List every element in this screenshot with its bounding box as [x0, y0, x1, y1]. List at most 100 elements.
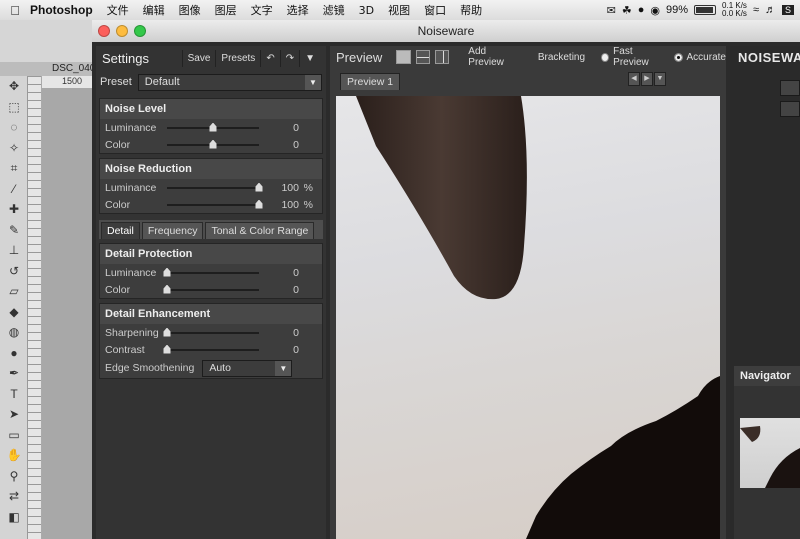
menu-type[interactable]: 文字: [251, 2, 273, 18]
dodge-tool-icon[interactable]: ●: [0, 343, 28, 364]
mail-icon[interactable]: ✉: [607, 4, 616, 17]
contrast-slider[interactable]: [163, 344, 259, 354]
slider-thumb[interactable]: [209, 139, 217, 149]
slider-label: Contrast: [105, 343, 145, 356]
menu-window[interactable]: 窗口: [424, 2, 446, 18]
split-horizontal-view-icon[interactable]: [415, 50, 430, 64]
move-tool-icon[interactable]: ✥: [0, 76, 28, 97]
shape-tool-icon[interactable]: ▭: [0, 425, 28, 446]
evernote-icon[interactable]: ☘: [622, 4, 632, 17]
panel-button-1[interactable]: [780, 80, 800, 96]
preview-image[interactable]: [336, 96, 720, 539]
navigator-thumbnail[interactable]: [740, 418, 800, 488]
menu-image[interactable]: 图像: [179, 2, 201, 18]
menu-3d[interactable]: 3D: [359, 4, 374, 17]
preview-tab-nav: ◀ ▶ ▼: [628, 72, 666, 86]
tab-tonal-color-range[interactable]: Tonal & Color Range: [205, 222, 315, 239]
eraser-tool-icon[interactable]: ▱: [0, 281, 28, 302]
menu-select[interactable]: 选择: [287, 2, 309, 18]
prev-tab-icon[interactable]: ◀: [628, 72, 640, 86]
wifi-icon[interactable]: ≈: [753, 4, 759, 16]
swap-colors-tool-icon[interactable]: ⇄: [0, 486, 28, 507]
path-selection-tool-icon[interactable]: ➤: [0, 404, 28, 425]
paint-bucket-tool-icon[interactable]: ◆: [0, 302, 28, 323]
menu-view[interactable]: 视图: [388, 2, 410, 18]
detail-protection-luminance-slider[interactable]: [163, 267, 259, 277]
single-view-icon[interactable]: [396, 50, 411, 64]
settings-header: Settings Save Presets ↶ ↷ ▼: [96, 46, 326, 70]
close-window-icon[interactable]: [98, 25, 110, 37]
panel-button-2[interactable]: [780, 101, 800, 117]
crop-tool-icon[interactable]: ⌗: [0, 158, 28, 179]
edge-smoothening-label: Edge Smoothening: [105, 362, 195, 374]
bracketing-button[interactable]: Bracketing: [532, 50, 591, 65]
settings-menu-chevron-icon[interactable]: ▼: [299, 49, 320, 67]
fast-preview-radio[interactable]: Fast Preview: [601, 46, 663, 68]
preset-dropdown[interactable]: Default ▼: [137, 73, 322, 91]
ps-document-tab[interactable]: DSC_040: [0, 62, 95, 76]
presets-button[interactable]: Presets: [215, 49, 260, 67]
chrome-icon[interactable]: ◉: [650, 4, 660, 17]
pen-tool-icon[interactable]: ✒: [0, 363, 28, 384]
type-tool-icon[interactable]: T: [0, 384, 28, 405]
ps-horizontal-ruler: 1500: [42, 76, 92, 88]
menu-help[interactable]: 帮助: [460, 2, 482, 18]
slider-thumb[interactable]: [255, 199, 263, 209]
detail-protection-color-slider[interactable]: [163, 284, 259, 294]
clone-stamp-tool-icon[interactable]: ⊥: [0, 240, 28, 261]
magic-wand-tool-icon[interactable]: ✧: [0, 138, 28, 159]
qq-icon[interactable]: ●: [638, 4, 645, 16]
noise-reduction-luminance-slider[interactable]: [167, 182, 263, 192]
redo-icon[interactable]: ↷: [279, 49, 299, 67]
dark-foreground-shape: [526, 376, 720, 539]
lasso-tool-icon[interactable]: ◌: [0, 117, 28, 138]
slider-thumb[interactable]: [255, 182, 263, 192]
sharpening-slider[interactable]: [163, 327, 259, 337]
noise-reduction-color-row: Color 100 %: [100, 196, 322, 213]
tab-preview-1[interactable]: Preview 1: [340, 73, 401, 90]
apple-menu-icon[interactable]: : [0, 3, 30, 18]
marquee-tool-icon[interactable]: ⬚: [0, 97, 28, 118]
minimize-window-icon[interactable]: [116, 25, 128, 37]
history-brush-tool-icon[interactable]: ↺: [0, 261, 28, 282]
menu-file[interactable]: 文件: [107, 2, 129, 18]
tab-detail[interactable]: Detail: [101, 222, 140, 239]
next-tab-icon[interactable]: ▶: [641, 72, 653, 86]
accurate-radio[interactable]: Accurate: [673, 52, 726, 63]
slider-value: 0: [293, 283, 299, 296]
menu-edit[interactable]: 编辑: [143, 2, 165, 18]
zoom-tool-icon[interactable]: ⚲: [0, 466, 28, 487]
blur-tool-icon[interactable]: ◍: [0, 322, 28, 343]
detail-protection-color-row: Color 0: [100, 281, 322, 298]
volume-icon[interactable]: ♬: [765, 4, 776, 16]
noise-level-luminance-slider[interactable]: [167, 122, 259, 132]
undo-icon[interactable]: ↶: [260, 49, 279, 67]
save-button[interactable]: Save: [181, 49, 216, 67]
radio-selected-icon: [673, 52, 683, 62]
noise-level-color-slider[interactable]: [167, 139, 259, 149]
edge-smoothening-dropdown[interactable]: Auto ▼: [202, 359, 293, 377]
menu-filter[interactable]: 滤镜: [323, 2, 345, 18]
settings-tabs: Detail Frequency Tonal & Color Range: [99, 220, 323, 239]
app-name-menu[interactable]: Photoshop: [30, 3, 93, 17]
add-preview-button[interactable]: Add Preview: [462, 44, 524, 70]
slider-label: Color: [105, 283, 131, 296]
navigator-panel: Navigator: [734, 366, 800, 539]
menu-layer[interactable]: 图层: [215, 2, 237, 18]
chevron-down-icon: ▼: [305, 74, 321, 90]
input-method-icon[interactable]: S: [781, 5, 794, 15]
tab-list-chevron-icon[interactable]: ▼: [654, 72, 666, 86]
hand-tool-icon[interactable]: ✋: [0, 445, 28, 466]
eyedropper-tool-icon[interactable]: ⁄: [0, 179, 28, 200]
split-vertical-view-icon[interactable]: [434, 50, 450, 64]
color-swatches-tool-icon[interactable]: ◧: [0, 507, 28, 528]
slider-label: Sharpening: [105, 326, 159, 339]
zoom-window-icon[interactable]: [134, 25, 146, 37]
slider-unit: %: [303, 181, 313, 194]
slider-thumb[interactable]: [209, 122, 217, 132]
healing-brush-tool-icon[interactable]: ✚: [0, 199, 28, 220]
brush-tool-icon[interactable]: ✎: [0, 220, 28, 241]
battery-icon[interactable]: [694, 5, 717, 15]
tab-frequency[interactable]: Frequency: [141, 222, 204, 239]
noise-reduction-color-slider[interactable]: [167, 199, 263, 209]
